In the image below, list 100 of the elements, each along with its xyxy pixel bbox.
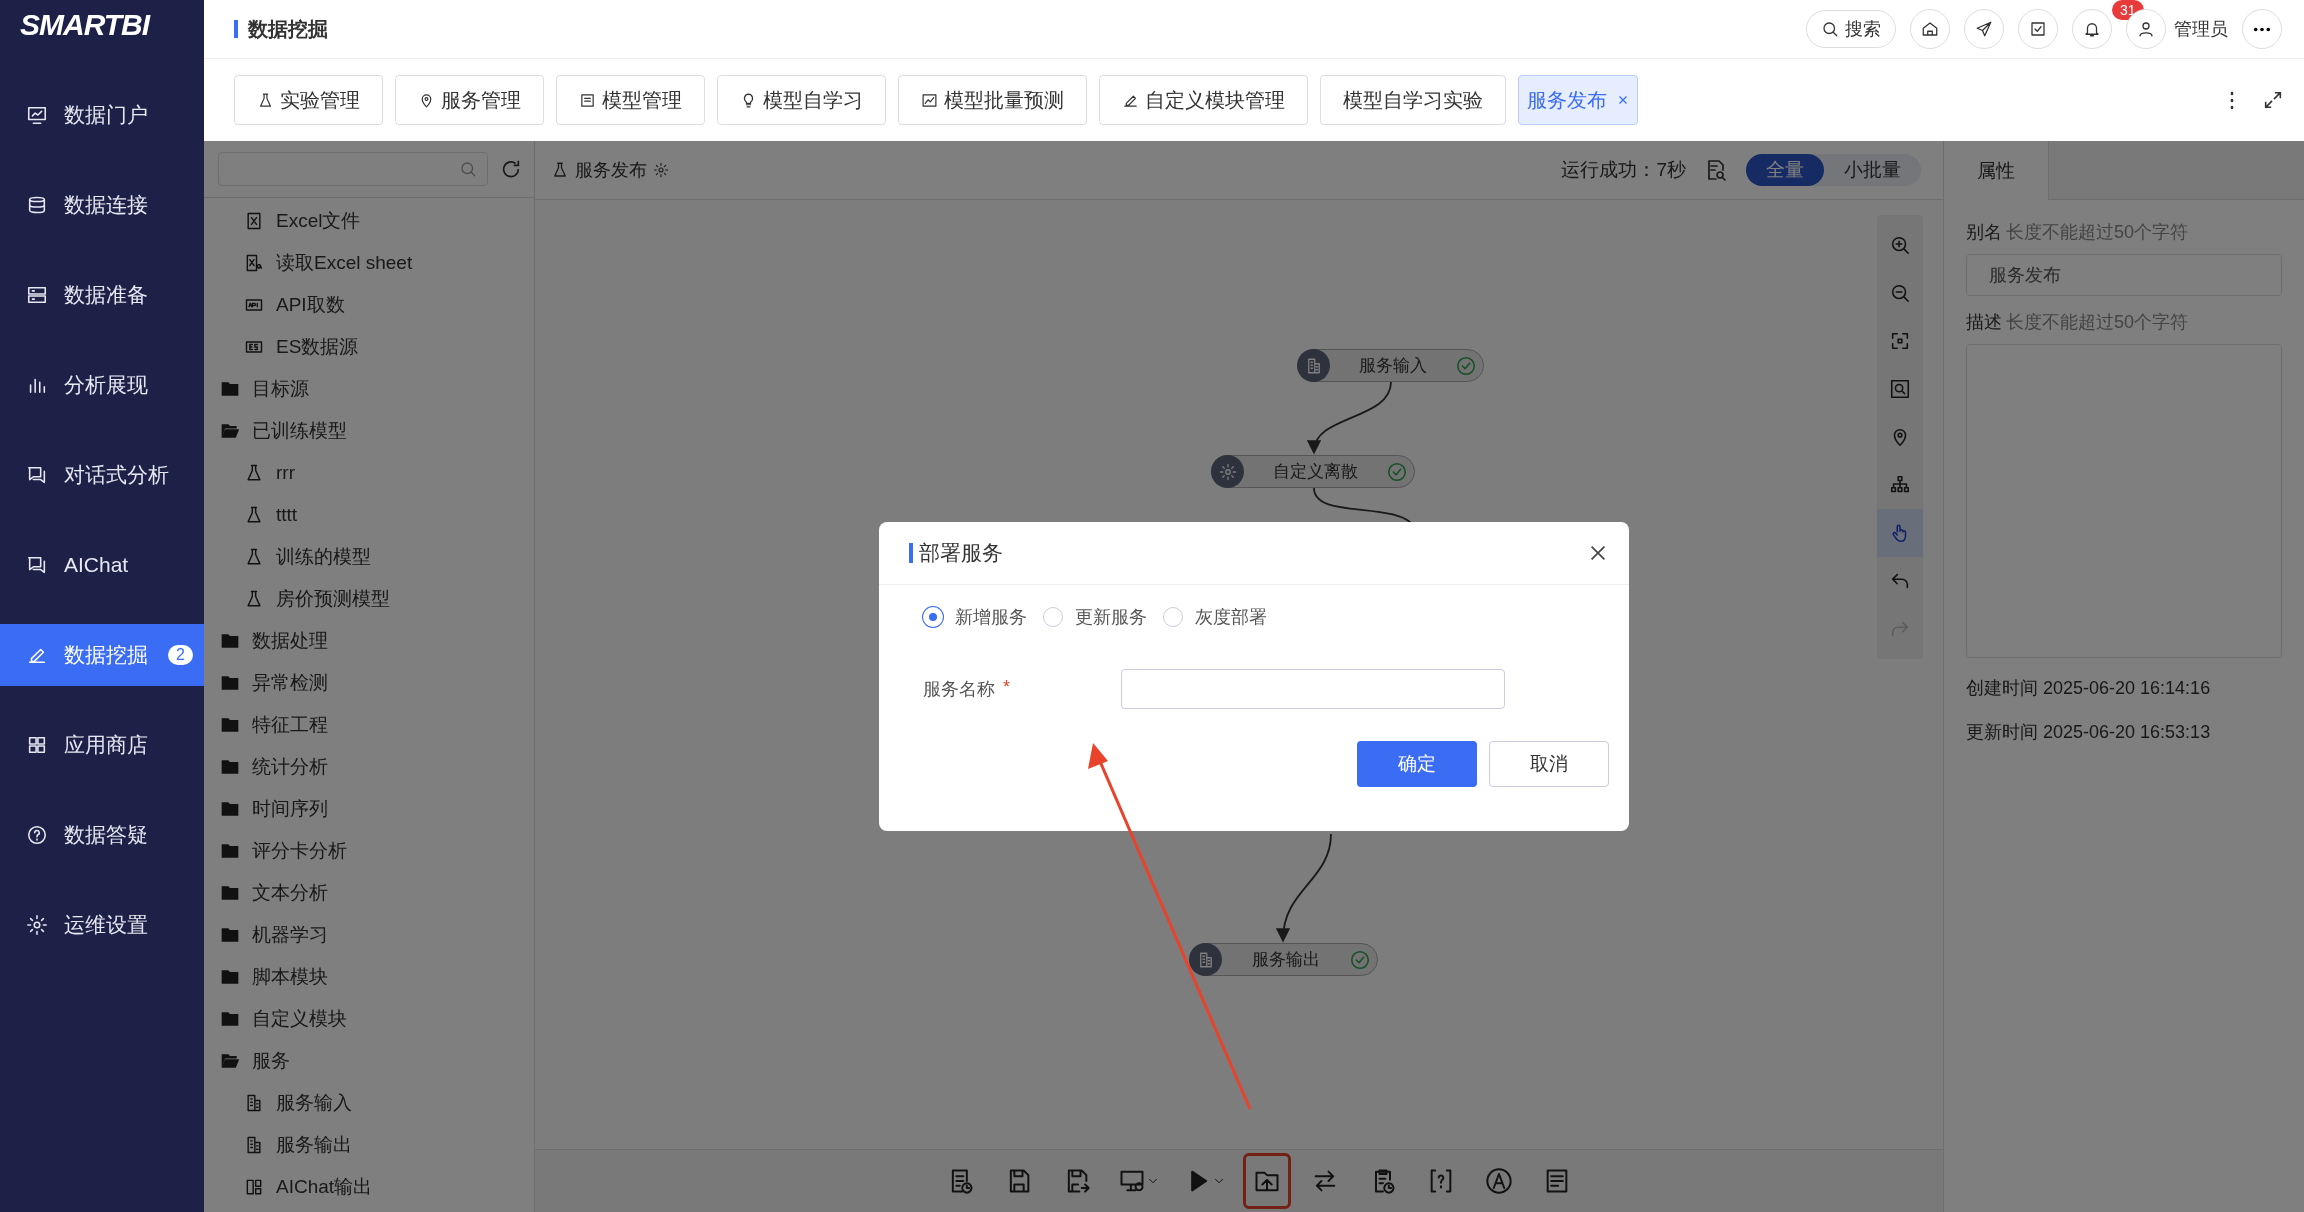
search-icon bbox=[459, 160, 477, 178]
tree-item[interactable]: 服务输出 bbox=[204, 1124, 534, 1166]
tree-folder[interactable]: 评分卡分析 bbox=[204, 830, 534, 872]
tree-folder[interactable]: 异常检测 bbox=[204, 662, 534, 704]
folder-icon bbox=[220, 925, 240, 945]
tab[interactable]: 自定义模块管理 bbox=[1099, 75, 1308, 125]
folder-icon bbox=[220, 673, 240, 693]
sidebar-item[interactable]: 运维设置 bbox=[0, 894, 204, 956]
refresh-icon[interactable] bbox=[500, 158, 522, 180]
tree-folder[interactable]: 已训练模型 bbox=[204, 410, 534, 452]
tree-folder[interactable]: 统计分析 bbox=[204, 746, 534, 788]
updated-time: 更新时间 2025-06-20 16:53:13 bbox=[1966, 721, 2212, 744]
tree-folder[interactable]: 文本分析 bbox=[204, 872, 534, 914]
tree-item[interactable]: 读取Excel sheet bbox=[204, 242, 534, 284]
send-button[interactable] bbox=[1964, 9, 2004, 49]
logo: SMARTBI bbox=[19, 7, 152, 43]
tree-item[interactable]: 服务输入 bbox=[204, 1082, 534, 1124]
sidebar-item[interactable]: 数据挖掘 2 bbox=[0, 624, 204, 686]
question-icon bbox=[26, 824, 48, 846]
tree-folder[interactable]: 时间序列 bbox=[204, 788, 534, 830]
tool-button[interactable] bbox=[1877, 509, 1923, 557]
monitor-icon bbox=[26, 104, 48, 126]
folder-icon bbox=[220, 757, 240, 777]
sidebar-item[interactable]: 数据准备 bbox=[0, 264, 204, 326]
chat-icon bbox=[26, 554, 48, 576]
zoom-in-icon bbox=[1889, 234, 1911, 256]
sidebar-item[interactable]: 数据答疑 bbox=[0, 804, 204, 866]
canvas-title: 服务发布 bbox=[575, 159, 647, 182]
open-folder-icon bbox=[220, 1051, 240, 1071]
flow-node[interactable]: 服务输出 bbox=[1189, 943, 1378, 976]
search-button[interactable]: 搜索 bbox=[1806, 10, 1896, 48]
radio-option[interactable]: 更新服务 bbox=[1043, 605, 1147, 629]
tab[interactable]: 属性 bbox=[1944, 141, 2049, 200]
home-button[interactable] bbox=[1910, 9, 1950, 49]
flow-node[interactable]: 自定义离散 bbox=[1211, 455, 1415, 488]
tab[interactable]: 模型自学习 bbox=[717, 75, 886, 125]
bell-icon bbox=[2083, 20, 2101, 38]
confirm-button[interactable]: 确定 bbox=[1357, 741, 1477, 787]
sidebar-item[interactable]: 数据门户 bbox=[0, 84, 204, 146]
sidebar-item[interactable]: 应用商店 bbox=[0, 714, 204, 776]
notification-button[interactable] bbox=[2072, 9, 2112, 49]
tree-item[interactable]: tttt bbox=[204, 494, 534, 536]
field-label: 服务名称 bbox=[923, 678, 995, 701]
tree-folder[interactable]: 自定义模块 bbox=[204, 998, 534, 1040]
tab[interactable]: 模型自学习实验 bbox=[1320, 75, 1506, 125]
tree-folder[interactable]: 目标源 bbox=[204, 368, 534, 410]
tab[interactable]: 实验管理 bbox=[234, 75, 383, 125]
folder-icon bbox=[220, 799, 240, 819]
flask-icon bbox=[244, 505, 264, 525]
tree-item[interactable]: 训练的模型 bbox=[204, 536, 534, 578]
tree-item[interactable]: Excel文件 bbox=[204, 200, 534, 242]
sidebar-item[interactable]: 数据连接 bbox=[0, 174, 204, 236]
service-name-field[interactable] bbox=[1121, 669, 1505, 709]
tree-item[interactable]: AIChat输出 bbox=[204, 1166, 534, 1208]
send-icon bbox=[1975, 20, 1993, 38]
tree-folder[interactable]: 特征工程 bbox=[204, 704, 534, 746]
gear-icon bbox=[1218, 462, 1237, 481]
tree-folder[interactable]: 脚本模块 bbox=[204, 956, 534, 998]
tab[interactable]: 模型批量预测 bbox=[898, 75, 1087, 125]
gear-icon bbox=[26, 914, 48, 936]
tab[interactable]: 模型管理 bbox=[556, 75, 705, 125]
server-icon bbox=[26, 284, 48, 306]
sidebar-item[interactable]: 对话式分析 bbox=[0, 444, 204, 506]
tab[interactable]: 服务发布 bbox=[1518, 75, 1638, 125]
tree-item[interactable]: API取数 bbox=[204, 284, 534, 326]
tree-item[interactable]: ES数据源 bbox=[204, 326, 534, 368]
more-icon bbox=[2253, 26, 2271, 32]
user-name[interactable]: 管理员 bbox=[2174, 17, 2228, 41]
gear-icon bbox=[653, 162, 669, 178]
tree-item[interactable]: 房价预测模型 bbox=[204, 578, 534, 620]
mode-option[interactable]: 全量 bbox=[1746, 154, 1824, 186]
chat-icon bbox=[26, 464, 48, 486]
tree-folder[interactable]: 机器学习 bbox=[204, 914, 534, 956]
tree-folder[interactable]: 服务 bbox=[204, 1040, 534, 1082]
radio-option[interactable]: 新增服务 bbox=[923, 605, 1027, 629]
sidebar-item[interactable]: 分析展现 bbox=[0, 354, 204, 416]
cancel-button[interactable]: 取消 bbox=[1489, 741, 1609, 787]
alias-field[interactable]: 服务发布 bbox=[1966, 254, 2282, 296]
toolbar-button[interactable] bbox=[1243, 1153, 1291, 1209]
folder-icon bbox=[220, 1009, 240, 1029]
mode-option[interactable]: 小批量 bbox=[1824, 154, 1921, 186]
flow-node[interactable]: 服务输入 bbox=[1297, 349, 1484, 382]
sidebar-item[interactable]: AIChat bbox=[0, 534, 204, 596]
created-time: 创建时间 2025-06-20 16:14:16 bbox=[1966, 677, 2212, 700]
checkbox-icon bbox=[2029, 20, 2047, 38]
task-button[interactable] bbox=[2018, 9, 2058, 49]
search-icon bbox=[1821, 20, 1839, 38]
user-icon bbox=[2137, 20, 2155, 38]
flask-icon bbox=[551, 161, 569, 179]
search-field[interactable] bbox=[218, 152, 488, 186]
tree-folder[interactable]: 数据处理 bbox=[204, 620, 534, 662]
fit-view-icon bbox=[1889, 330, 1911, 352]
folder-icon bbox=[220, 379, 240, 399]
tab[interactable]: 服务管理 bbox=[395, 75, 544, 125]
radio-option[interactable]: 灰度部署 bbox=[1163, 605, 1267, 629]
field-label: 描述 bbox=[1966, 311, 2002, 334]
flask-icon bbox=[244, 463, 264, 483]
fullscreen-icon[interactable] bbox=[2262, 89, 2284, 111]
folder-icon bbox=[220, 631, 240, 651]
tree-item[interactable]: rrr bbox=[204, 452, 534, 494]
